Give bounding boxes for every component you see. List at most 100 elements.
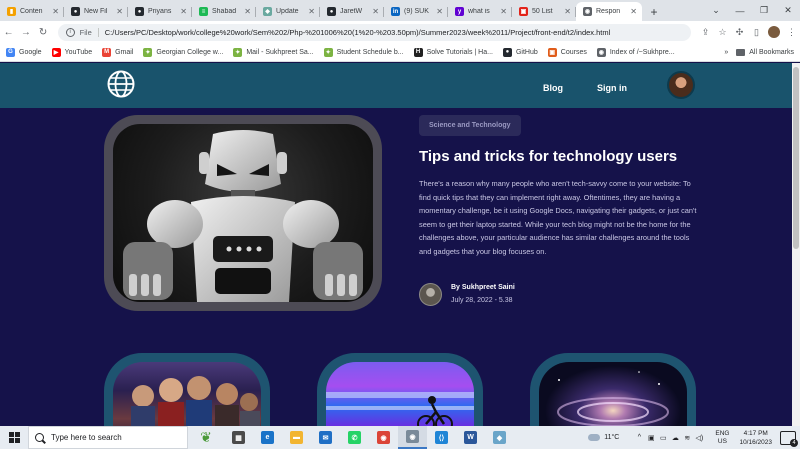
globe-logo-icon[interactable] bbox=[107, 70, 135, 98]
browser-tab[interactable]: ● New Fil ✕ bbox=[64, 2, 128, 21]
tab-close-icon[interactable]: ✕ bbox=[116, 7, 123, 16]
profile-avatar[interactable] bbox=[768, 26, 781, 38]
taskbar-app-file-explorer[interactable]: ▬ bbox=[282, 426, 311, 449]
browser-tab[interactable]: ● JaretW ✕ bbox=[320, 2, 384, 21]
share-icon[interactable]: ⇪ bbox=[697, 27, 714, 38]
address-bar[interactable]: i File C:/Users/PC/Desktop/work/college%… bbox=[57, 23, 692, 41]
bookmark-label: Courses bbox=[560, 48, 587, 56]
bookmark-icon: ▶ bbox=[51, 47, 61, 57]
bookmark-item[interactable]: G Google bbox=[6, 47, 42, 57]
bookmark-icon: ▣ bbox=[547, 47, 557, 57]
forward-icon[interactable]: → bbox=[17, 27, 34, 38]
browser-tab[interactable]: ≡ Shabad ✕ bbox=[192, 2, 256, 21]
tab-favicon-icon: ● bbox=[135, 7, 144, 16]
taskbar-search-input[interactable]: Type here to search bbox=[28, 426, 188, 449]
taskbar-app-vscode[interactable]: ⟨⟩ bbox=[427, 426, 456, 449]
browser-tab[interactable]: y what is ✕ bbox=[448, 2, 512, 21]
bookmark-item[interactable]: ▶ YouTube bbox=[51, 47, 92, 57]
menu-icon[interactable]: ⋮ bbox=[783, 27, 800, 38]
url-text[interactable]: C:/Users/PC/Desktop/work/college%20work/… bbox=[105, 28, 611, 37]
page-scrollbar[interactable] bbox=[792, 63, 800, 426]
browser-tab[interactable]: ▮ Conten ✕ bbox=[0, 2, 64, 21]
bookmarks-overflow-icon[interactable]: » bbox=[724, 49, 728, 56]
bookmark-item[interactable]: ✦ Student Schedule b... bbox=[323, 47, 404, 57]
taskbar-app-whatsapp[interactable]: ✆ bbox=[340, 426, 369, 449]
taskbar-app-chrome-active[interactable]: ◉ bbox=[398, 426, 427, 449]
bookmark-label: GitHub bbox=[515, 48, 538, 56]
browser-tab[interactable]: ▣ 50 List ✕ bbox=[512, 2, 576, 21]
bookmark-icon: H bbox=[413, 47, 423, 57]
all-bookmarks-link[interactable]: All Bookmarks bbox=[749, 49, 794, 56]
robot-image[interactable] bbox=[113, 124, 373, 302]
nav-signin-link[interactable]: Sign in bbox=[597, 83, 627, 93]
language-indicator[interactable]: ENG US bbox=[715, 430, 729, 446]
browser-tab[interactable]: in (9) SUK ✕ bbox=[384, 2, 448, 21]
notification-badge: 4 bbox=[790, 438, 798, 447]
tab-close-icon[interactable]: ✕ bbox=[52, 7, 59, 16]
bookmark-item[interactable]: ✦ Georgian College w... bbox=[143, 47, 223, 57]
notification-icon[interactable]: 4 bbox=[780, 430, 798, 447]
tab-close-icon[interactable]: ✕ bbox=[630, 7, 637, 16]
tab-close-icon[interactable]: ✕ bbox=[244, 7, 251, 16]
author-name: By Sukhpreet Saini bbox=[451, 284, 515, 291]
close-window-button[interactable]: ✕ bbox=[776, 5, 800, 16]
taskbar-app-task-view[interactable]: ▦ bbox=[224, 426, 253, 449]
minimize-button[interactable]: — bbox=[728, 6, 752, 16]
bookmark-item[interactable]: ✦ Mail - Sukhpreet Sa... bbox=[233, 47, 314, 57]
maximize-button[interactable]: ❐ bbox=[752, 5, 776, 16]
tab-search-icon[interactable]: ⌄ bbox=[704, 5, 728, 16]
bookmark-icon: G bbox=[6, 47, 15, 57]
bookmark-item[interactable]: M Gmail bbox=[102, 47, 133, 57]
browser-tab[interactable]: ● Priyans ✕ bbox=[128, 2, 192, 21]
category-tag[interactable]: Science and Technology bbox=[419, 115, 521, 136]
clock-date: 10/16/2023 bbox=[739, 438, 772, 446]
reload-icon[interactable]: ↻ bbox=[34, 27, 51, 38]
bookmark-item[interactable]: ● GitHub bbox=[502, 47, 538, 57]
back-icon[interactable]: ← bbox=[0, 27, 17, 38]
taskbar-app-app[interactable]: ◆ bbox=[485, 426, 514, 449]
meet-icon[interactable]: ▣ bbox=[645, 434, 657, 442]
scrollbar-thumb[interactable] bbox=[793, 67, 799, 249]
bookmark-icon: M bbox=[102, 47, 112, 57]
taskbar-app-chrome[interactable]: ◉ bbox=[369, 426, 398, 449]
info-icon[interactable]: i bbox=[65, 27, 75, 37]
tab-close-icon[interactable]: ✕ bbox=[372, 7, 379, 16]
dragon-widget-icon[interactable]: ❦ bbox=[188, 426, 224, 449]
extensions-icon[interactable]: ✣ bbox=[731, 27, 748, 38]
tab-favicon-icon: in bbox=[391, 7, 400, 16]
toolbar-actions: ⇪ ☆ ✣ ▯ ⋮ bbox=[697, 26, 800, 38]
browser-tab[interactable]: ◆ Update ✕ bbox=[256, 2, 320, 21]
user-avatar[interactable] bbox=[667, 71, 695, 99]
tab-close-icon[interactable]: ✕ bbox=[308, 7, 315, 16]
side-panel-icon[interactable]: ▯ bbox=[748, 27, 765, 38]
taskbar-app-word[interactable]: W bbox=[456, 426, 485, 449]
cloud-sync-icon[interactable]: ☁ bbox=[669, 434, 681, 442]
post-title[interactable]: Tips and tricks for technology users bbox=[419, 148, 677, 165]
weather-temp: 11°C bbox=[604, 434, 620, 441]
chrome-icon: ◉ bbox=[377, 431, 390, 444]
new-tab-button[interactable]: + bbox=[645, 2, 663, 21]
bookmark-item[interactable]: ▣ Courses bbox=[547, 47, 587, 57]
tab-favicon-icon: y bbox=[455, 7, 464, 16]
taskbar-clock[interactable]: 4:17 PM 10/16/2023 bbox=[739, 429, 772, 447]
bookmark-icon: ✦ bbox=[323, 47, 333, 57]
bookmark-item[interactable]: H Solve Tutorials | Ha... bbox=[413, 47, 493, 57]
tab-close-icon[interactable]: ✕ bbox=[500, 7, 507, 16]
bookmark-label: Solve Tutorials | Ha... bbox=[426, 48, 493, 56]
windows-start-icon[interactable] bbox=[0, 426, 28, 449]
bookmark-item[interactable]: ◉ Index of /~Sukhpre... bbox=[596, 47, 675, 57]
bookmark-star-icon[interactable]: ☆ bbox=[714, 27, 731, 38]
taskbar-app-mail[interactable]: ✉ bbox=[311, 426, 340, 449]
tab-close-icon[interactable]: ✕ bbox=[564, 7, 571, 16]
weather-widget[interactable]: 11°C bbox=[588, 434, 619, 441]
nav-blog-link[interactable]: Blog bbox=[543, 83, 563, 93]
taskbar-app-edge[interactable]: e bbox=[253, 426, 282, 449]
chevron-up-icon[interactable]: ^ bbox=[633, 434, 645, 442]
tab-close-icon[interactable]: ✕ bbox=[436, 7, 443, 16]
bookmark-label: Student Schedule b... bbox=[336, 48, 404, 56]
browser-tab[interactable]: ◉ Respon ✕ bbox=[576, 2, 642, 21]
tab-close-icon[interactable]: ✕ bbox=[180, 7, 187, 16]
volume-icon[interactable]: ◁) bbox=[693, 434, 705, 442]
battery-icon[interactable]: ▭ bbox=[657, 434, 669, 442]
wifi-icon[interactable]: ≋ bbox=[681, 434, 693, 442]
